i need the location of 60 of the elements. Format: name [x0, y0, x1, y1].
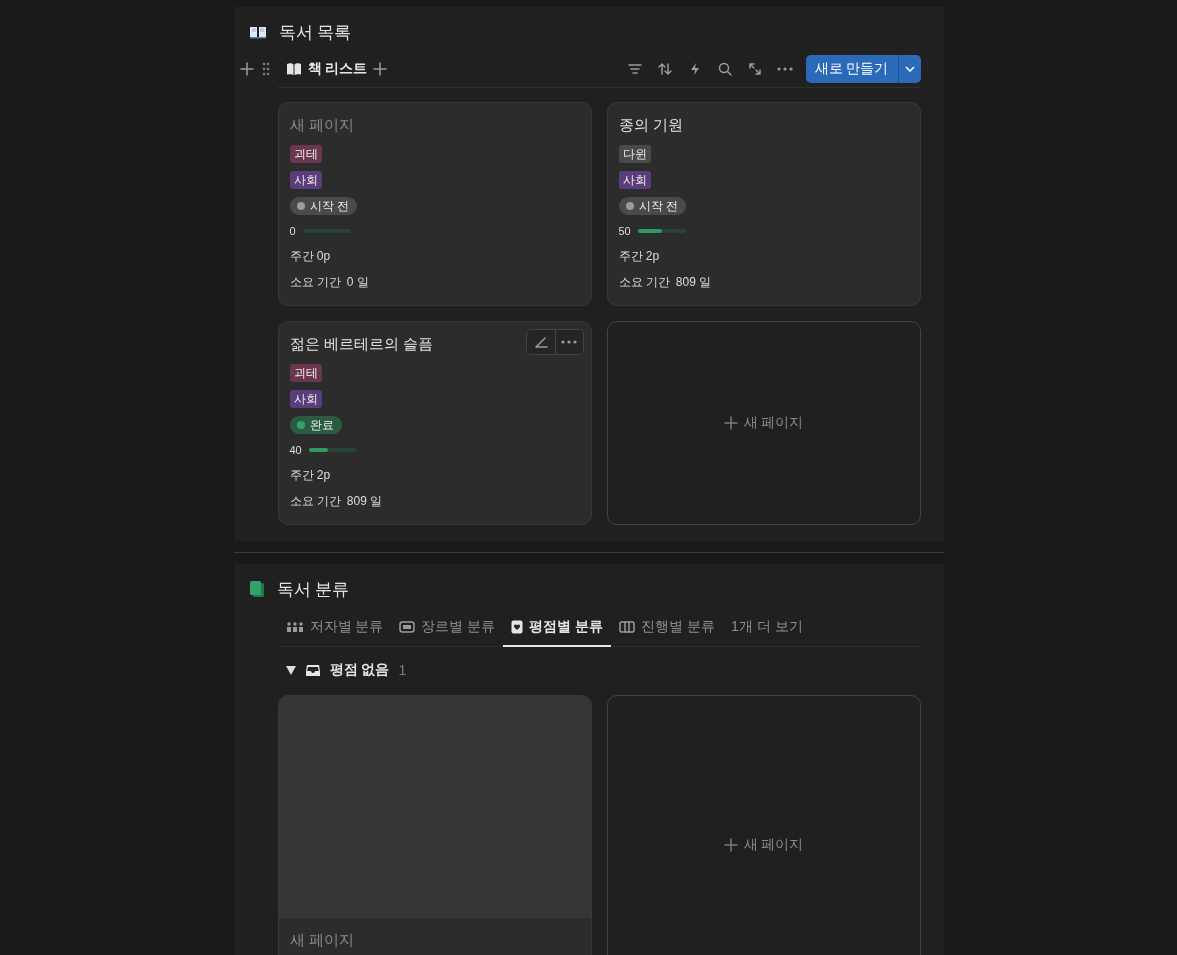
tag: 사회 — [289, 171, 322, 189]
new-page-button[interactable]: 새 페이지 — [719, 412, 808, 434]
view-tab[interactable]: 장르별 분류 — [391, 608, 504, 647]
tag: 사회 — [618, 171, 651, 189]
plus-icon — [723, 838, 738, 852]
progress-bar — [308, 448, 357, 452]
duration-label: 소요 기간 — [289, 493, 341, 510]
book-icon — [285, 61, 302, 76]
board-card[interactable]: 젊은 베르테르의 슬픔 괴테 사회 완료 40 주간 2p 소요 기간 809 일 — [277, 321, 592, 525]
tag: 사회 — [289, 390, 322, 408]
group-label: 평점 없음 — [329, 661, 390, 679]
book-icon — [248, 580, 265, 598]
card-title: 종의 기원 — [618, 115, 683, 135]
card-title: 새 페이지 — [289, 930, 354, 950]
duration-value: 809 일 — [675, 274, 712, 291]
board-card[interactable]: 새 페이지 — [277, 695, 592, 955]
add-block-icon[interactable] — [239, 62, 254, 76]
status-pill: 완료 — [289, 416, 342, 434]
board-card[interactable]: 종의 기원 다윈 사회 시작 전 50 주간 2p 소요 기간 809 일 — [606, 102, 921, 306]
tag: 괴테 — [289, 364, 322, 382]
view-tab[interactable]: 진행별 분류 — [611, 608, 724, 647]
progress-value: 0 — [289, 225, 296, 237]
card-title: 새 페이지 — [289, 115, 354, 135]
pencil-icon — [533, 335, 548, 349]
view-tab[interactable]: 저자별 분류 — [277, 608, 392, 647]
duration-label: 소요 기간 — [618, 274, 670, 291]
duration-value: 0 일 — [346, 274, 369, 291]
weekly-pages: 주간 2p — [289, 467, 331, 484]
view-tab[interactable]: 평점별 분류 — [503, 608, 612, 647]
progress-value: 40 — [289, 444, 302, 456]
view-tab[interactable]: 1개 더 보기 — [723, 608, 811, 647]
inbox-icon — [304, 663, 321, 677]
section-title: 독서 분류 — [276, 578, 350, 601]
add-view-icon[interactable] — [373, 61, 388, 76]
card-title: 젊은 베르테르의 슬픔 — [289, 334, 433, 354]
window-icon — [399, 620, 416, 633]
duration-value: 809 일 — [346, 493, 383, 510]
tag: 다윈 — [618, 145, 651, 163]
status-pill: 시작 전 — [289, 197, 357, 215]
progress-bar — [637, 229, 686, 233]
weekly-pages: 주간 2p — [618, 248, 660, 265]
tag: 괴테 — [289, 145, 322, 163]
caret-icon[interactable] — [285, 665, 296, 675]
group-count: 1 — [398, 662, 407, 678]
chevron-down-icon — [904, 65, 915, 72]
duration-label: 소요 기간 — [289, 274, 341, 291]
open-book-icon — [248, 25, 267, 39]
view-tab[interactable]: 책 리스트 — [277, 59, 374, 78]
heart-card-icon — [511, 619, 524, 634]
new-page-button[interactable]: 새 페이지 — [719, 834, 808, 856]
plus-icon — [723, 416, 738, 430]
drag-handle-icon[interactable] — [261, 62, 270, 76]
progress-value: 50 — [618, 225, 631, 237]
section-title: 독서 목록 — [278, 21, 352, 44]
status-pill: 시작 전 — [618, 197, 686, 215]
people-icon — [285, 620, 304, 633]
more-icon — [561, 340, 577, 344]
weekly-pages: 주간 0p — [289, 248, 331, 265]
columns-icon — [619, 620, 636, 633]
board-card[interactable]: 새 페이지 괴테 사회 시작 전 0 주간 0p 소요 기간 0 일 — [277, 102, 592, 306]
